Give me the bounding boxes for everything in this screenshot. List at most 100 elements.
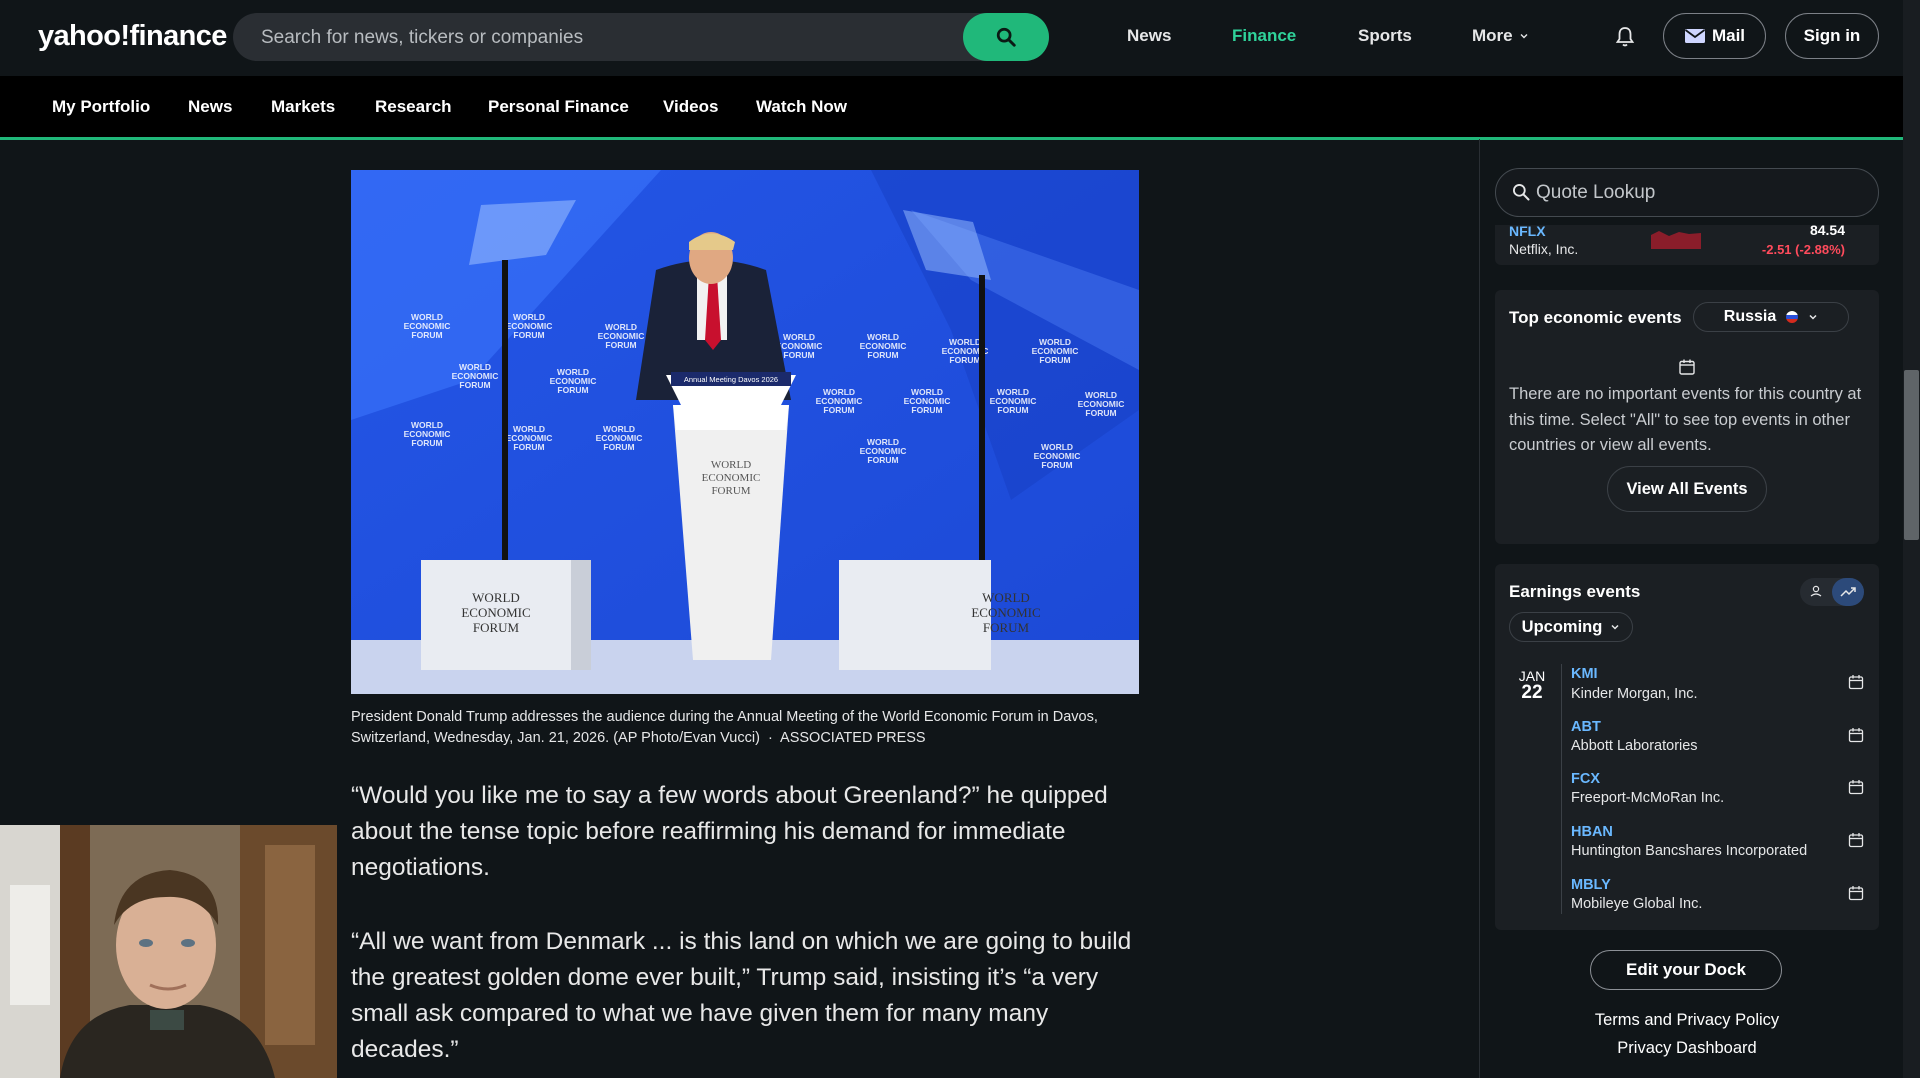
svg-text:FORUM: FORUM: [1039, 355, 1070, 365]
earnings-date-day: 22: [1521, 682, 1543, 703]
svg-text:FORUM: FORUM: [867, 350, 898, 360]
add-calendar-icon[interactable]: [1848, 832, 1864, 848]
svg-text:FORUM: FORUM: [411, 330, 442, 340]
watch-company-name: Netflix, Inc.: [1509, 241, 1579, 257]
nav-more-label: More: [1472, 26, 1513, 45]
svg-text:FORUM: FORUM: [949, 355, 980, 365]
article-photo: WORLD ECONOMIC FORUM WORLD ECONOMIC FORUM WO…: [351, 170, 1139, 694]
earnings-date: JAN 22: [1515, 668, 1549, 702]
subnav-videos[interactable]: Videos: [663, 97, 718, 117]
svg-text:FORUM: FORUM: [997, 405, 1028, 415]
nav-finance[interactable]: Finance: [1232, 26, 1296, 46]
sparkline: [1651, 231, 1701, 249]
earnings-symbol[interactable]: MBLY: [1571, 877, 1611, 893]
subnav-research[interactable]: Research: [375, 97, 452, 117]
economic-events-card: Top economic events Russia There are no …: [1495, 290, 1879, 544]
svg-text:WORLD: WORLD: [982, 590, 1030, 605]
earnings-symbol[interactable]: KMI: [1571, 666, 1598, 682]
subnav-my-portfolio[interactable]: My Portfolio: [52, 97, 150, 117]
search-box: [233, 13, 1049, 63]
svg-text:FORUM: FORUM: [1085, 408, 1116, 418]
sign-in-label: Sign in: [1803, 26, 1861, 45]
caption-text: President Donald Trump addresses the aud…: [351, 709, 1098, 746]
quote-lookup-input[interactable]: [1534, 169, 1868, 217]
search-icon: [1513, 184, 1530, 201]
top-bar: yahoo!finance News Finance Sports More M…: [0, 0, 1903, 76]
yahoo-finance-logo[interactable]: yahoo!finance: [38, 20, 227, 53]
notifications-bell-icon[interactable]: [1615, 26, 1635, 53]
rail-divider: [1479, 139, 1480, 1078]
privacy-dashboard-link[interactable]: Privacy Dashboard: [1495, 1039, 1879, 1058]
webcam-overlay: [0, 825, 337, 1078]
mail-label: Mail: [1711, 26, 1746, 45]
svg-text:FORUM: FORUM: [783, 350, 814, 360]
earnings-company: Abbott Laboratories: [1571, 738, 1698, 754]
earnings-events-card: Earnings events Upcoming JAN 22 KMI Kind…: [1495, 564, 1879, 930]
add-calendar-icon[interactable]: [1848, 779, 1864, 795]
add-calendar-icon[interactable]: [1848, 885, 1864, 901]
earnings-filter-select[interactable]: Upcoming: [1509, 612, 1633, 642]
earnings-symbol[interactable]: ABT: [1571, 719, 1601, 735]
earnings-view-toggle: [1800, 578, 1864, 606]
earnings-company: Huntington Bancshares Incorporated: [1571, 843, 1808, 859]
article-paragraph-2: “All we want from Denmark ... is this la…: [351, 928, 1132, 1063]
watch-symbol[interactable]: NFLX: [1509, 223, 1546, 239]
earnings-company: Freeport-McMoRan Inc.: [1571, 790, 1725, 806]
earnings-filter-value: Upcoming: [1521, 617, 1603, 636]
watch-change: -2.51 (-2.88%): [1761, 242, 1845, 257]
caption-separator: ·: [767, 730, 773, 746]
svg-text:FORUM: FORUM: [603, 442, 634, 452]
subnav-personal-finance[interactable]: Personal Finance: [488, 97, 629, 117]
svg-text:Annual Meeting Davos 2026: Annual Meeting Davos 2026: [684, 375, 778, 384]
subnav-markets[interactable]: Markets: [271, 97, 335, 117]
add-calendar-icon[interactable]: [1848, 727, 1864, 743]
nav-news[interactable]: News: [1127, 26, 1171, 46]
russia-flag-icon: [1786, 311, 1799, 323]
page-scrollbar[interactable]: [1903, 0, 1920, 1078]
subnav-news[interactable]: News: [188, 97, 232, 117]
chevron-down-icon: [1520, 34, 1528, 39]
search-icon: [996, 27, 1016, 47]
svg-text:FORUM: FORUM: [1041, 460, 1072, 470]
edit-dock-button[interactable]: Edit your Dock: [1590, 950, 1782, 990]
scrollbar-thumb[interactable]: [1904, 370, 1919, 540]
sign-in-button[interactable]: Sign in: [1785, 13, 1879, 59]
earnings-events-title: Earnings events: [1509, 582, 1641, 601]
svg-text:FORUM: FORUM: [711, 485, 750, 497]
earnings-symbol[interactable]: HBAN: [1571, 824, 1613, 840]
nav-more[interactable]: More: [1472, 26, 1529, 46]
quote-lookup-box: [1495, 168, 1879, 217]
view-all-events-button[interactable]: View All Events: [1607, 466, 1767, 512]
chevron-down-icon: [1611, 624, 1619, 630]
search-input[interactable]: [233, 13, 983, 63]
economic-events-title: Top economic events: [1509, 308, 1682, 327]
caption-source: ASSOCIATED PRESS: [780, 730, 926, 746]
earnings-company: Mobileye Global Inc.: [1571, 896, 1703, 912]
svg-text:ECONOMIC: ECONOMIC: [702, 472, 761, 484]
economic-events-empty-text: There are no important events for this c…: [1509, 385, 1862, 454]
svg-text:FORUM: FORUM: [411, 438, 442, 448]
svg-text:FORUM: FORUM: [911, 405, 942, 415]
watchlist-row-nflx[interactable]: NFLX Netflix, Inc. 84.54 -2.51 (-2.88%): [1495, 222, 1879, 265]
search-button[interactable]: [963, 13, 1049, 61]
subnav-watch-now[interactable]: Watch Now: [756, 97, 847, 117]
chevron-down-icon: [1809, 314, 1817, 320]
svg-text:FORUM: FORUM: [513, 442, 544, 452]
add-calendar-icon[interactable]: [1848, 674, 1864, 690]
nav-sports[interactable]: Sports: [1358, 26, 1412, 46]
country-select-value: Russia: [1723, 308, 1777, 325]
calendar-icon: [1679, 359, 1695, 375]
terms-privacy-link[interactable]: Terms and Privacy Policy: [1495, 1011, 1879, 1030]
earnings-symbol[interactable]: FCX: [1571, 771, 1600, 787]
svg-text:FORUM: FORUM: [983, 620, 1030, 635]
photo-caption: President Donald Trump addresses the aud…: [351, 707, 1141, 749]
trend-toggle-active[interactable]: [1832, 578, 1864, 606]
watch-price: 84.54: [1809, 222, 1845, 238]
mail-icon: [1684, 29, 1706, 43]
country-select[interactable]: Russia: [1693, 302, 1849, 332]
svg-text:FORUM: FORUM: [823, 405, 854, 415]
person-icon[interactable]: [1800, 578, 1832, 606]
svg-text:WORLD: WORLD: [711, 459, 751, 471]
svg-text:FORUM: FORUM: [513, 330, 544, 340]
mail-button[interactable]: Mail: [1663, 13, 1766, 59]
